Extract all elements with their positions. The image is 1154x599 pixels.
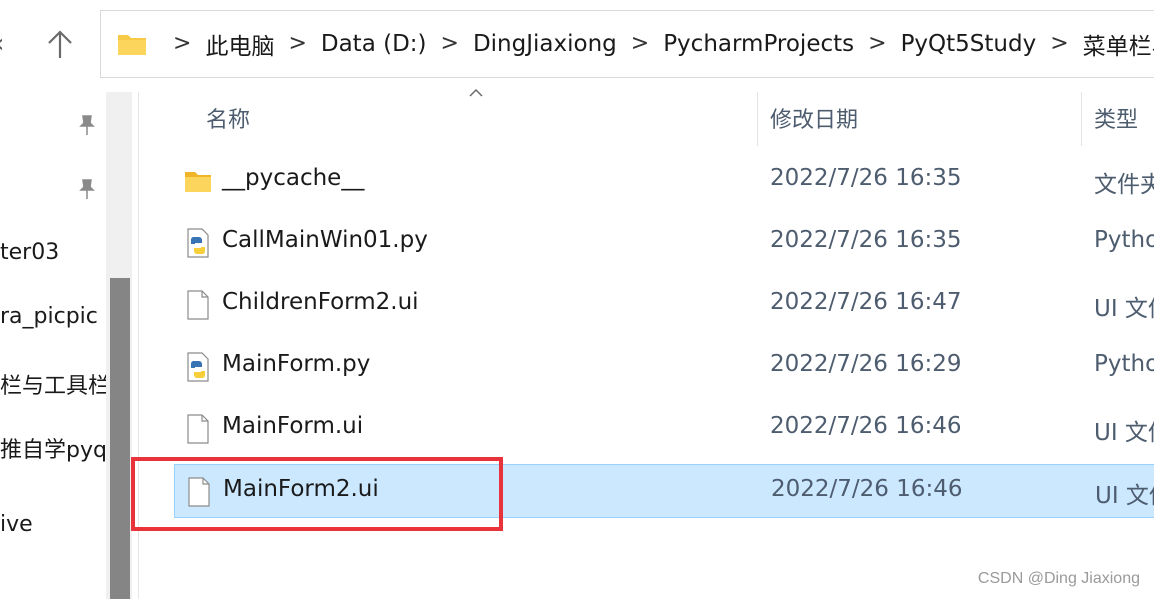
breadcrumb-separator[interactable]: > [441,33,459,55]
file-name: MainForm.py [222,351,371,377]
column-header-date[interactable]: 修改日期 [770,102,858,134]
nav-item[interactable]: 栏与工具栏 [0,368,110,400]
file-date: 2022/7/26 16:46 [770,413,962,439]
file-type: UI 文件 [1095,483,1154,509]
column-header-type[interactable]: 类型 [1094,102,1138,134]
file-type: UI 文件 [1094,420,1154,446]
back-arrow-icon[interactable]: ‹ [0,30,12,58]
annotation-highlight-box [131,457,503,531]
breadcrumb-separator[interactable]: > [868,33,886,55]
folder-icon [185,172,211,192]
pin-icon[interactable] [76,114,96,136]
file-row[interactable]: MainForm.ui 2022/7/26 16:46 UI 文件 [174,402,1154,456]
file-date: 2022/7/26 16:47 [770,289,962,315]
breadcrumb-current-folder[interactable]: 菜单栏与工具 [1083,27,1154,61]
breadcrumb-separator[interactable]: > [631,33,649,55]
breadcrumb-this-pc[interactable]: 此电脑 [205,27,274,61]
column-header-name[interactable]: 名称 [206,102,250,134]
file-row[interactable]: MainForm.py 2022/7/26 16:29 Python [174,340,1154,394]
breadcrumb-separator[interactable]: > [288,33,306,55]
file-type: UI 文件 [1094,296,1154,322]
file-name: ChildrenForm2.ui [222,289,419,315]
file-date: 2022/7/26 16:46 [771,476,963,502]
watermark: CSDN @Ding Jiaxiong [977,570,1140,587]
python-file-icon [187,228,209,258]
file-type: Python [1094,227,1154,253]
breadcrumb-pyqt5study[interactable]: PyQt5Study [901,31,1037,57]
file-row[interactable]: CallMainWin01.py 2022/7/26 16:35 Python [174,216,1154,270]
breadcrumb-separator: > [173,31,192,56]
nav-item[interactable]: 推自学pyq [0,432,107,464]
top-bar: ‹ > 此电脑 > Data (D:) > DingJiaxiong > Pyc… [0,0,1154,92]
column-header: 名称 修改日期 类型 [139,88,1154,146]
python-file-icon [187,352,209,382]
nav-item[interactable]: ter03 [0,240,59,265]
file-name: MainForm.ui [222,413,364,439]
breadcrumb-data-drive[interactable]: Data (D:) [321,31,427,57]
file-name: __pycache__ [222,165,365,191]
breadcrumb-dingjiaxiong[interactable]: DingJiaxiong [473,31,617,57]
folder-icon [118,35,146,55]
file-row[interactable]: ChildrenForm2.ui 2022/7/26 16:47 UI 文件 [174,278,1154,332]
sort-ascending-icon [469,88,483,97]
file-icon [187,414,209,444]
file-date: 2022/7/26 16:29 [770,351,962,377]
breadcrumb-pycharmprojects[interactable]: PycharmProjects [663,31,854,57]
column-divider[interactable] [757,92,758,146]
file-row[interactable]: __pycache__ 2022/7/26 16:35 文件夹 [174,154,1154,208]
file-type: 文件夹 [1094,172,1154,198]
address-bar[interactable]: > 此电脑 > Data (D:) > DingJiaxiong > Pycha… [100,10,1154,78]
up-arrow-icon[interactable] [44,26,76,62]
file-name: CallMainWin01.py [222,227,428,253]
nav-scrollbar-thumb[interactable] [110,278,130,599]
nav-item[interactable]: ra_picpic [0,304,98,329]
file-date: 2022/7/26 16:35 [770,227,962,253]
file-icon [187,290,209,320]
file-date: 2022/7/26 16:35 [770,165,962,191]
breadcrumb-separator[interactable]: > [1050,33,1068,55]
file-type: Python [1094,351,1154,377]
pin-icon[interactable] [76,178,96,200]
nav-item[interactable]: ive [0,512,33,537]
column-divider[interactable] [1081,92,1082,146]
